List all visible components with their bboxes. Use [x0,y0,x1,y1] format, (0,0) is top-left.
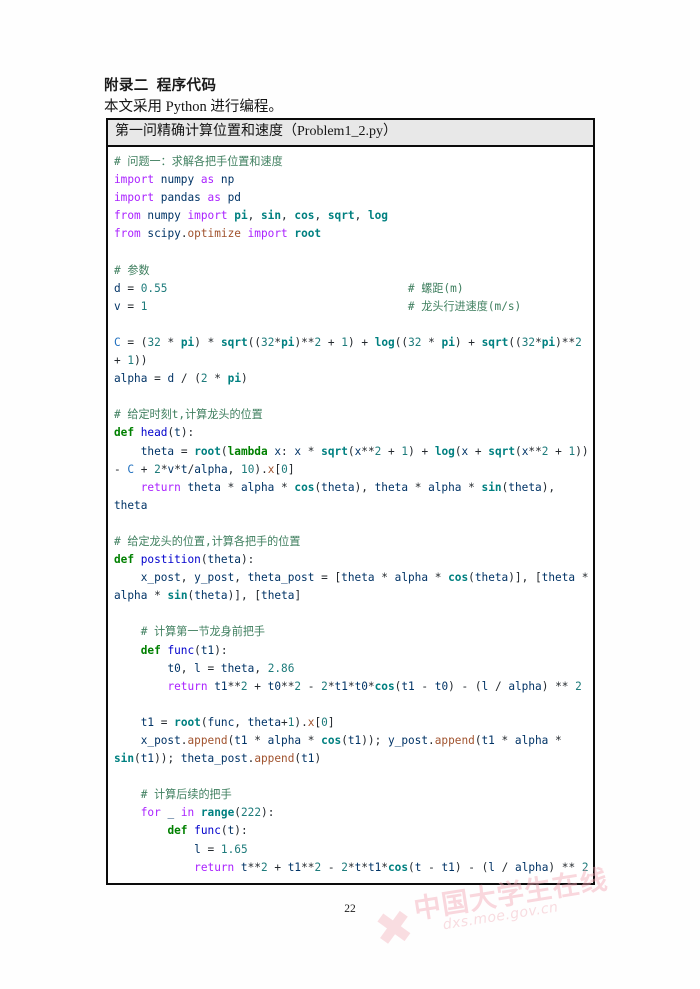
page-title: 附录二 程序代码 [104,78,217,94]
intro-paragraph: 本文采用 Python 进行编程。 [104,99,283,115]
code-listing-table: 第一问精确计算位置和速度（Problem1_2.py） # 问题一：求解各把手位… [106,118,595,885]
code-listing-caption: 第一问精确计算位置和速度（Problem1_2.py） [108,120,593,147]
python-source-code: # 问题一：求解各把手位置和速度 import numpy as np impo… [114,155,589,874]
heading-block: 附录二 程序代码 本文采用 Python 进行编程。 [104,76,604,118]
page-number: 22 [344,903,356,915]
document-page: 附录二 程序代码 本文采用 Python 进行编程。 第一问精确计算位置和速度（… [0,0,700,989]
code-listing-body: # 问题一：求解各把手位置和速度 import numpy as np impo… [108,147,593,883]
